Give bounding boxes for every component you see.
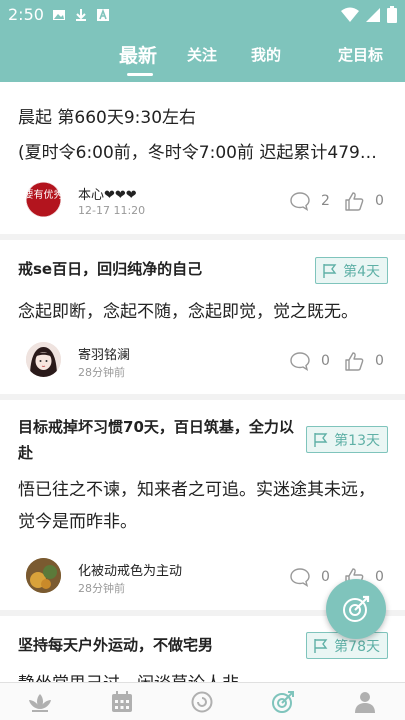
avatar[interactable]: 要有优秀 [26,182,61,217]
comment-count[interactable]: 2 [289,190,330,212]
avatar[interactable] [26,342,61,377]
lotus-icon [29,694,51,712]
post-title: 目标戒掉坏习惯70天，百日筑基，全力以赴 [18,418,294,462]
post-title: 坚持每天户外运动，不做宅男 [18,636,214,654]
post-body: 静坐常思己过，闲谈莫论人非 [18,668,393,682]
thumbs-up-icon [345,192,364,211]
wifi-icon [341,7,359,27]
comment-icon [290,352,310,372]
post-card[interactable]: 戒se百日，回归纯净的自己 第4天 念起即断，念起不随，念起即觉，觉之既无。 寄… [0,240,405,394]
font-icon [96,7,110,21]
set-goal-button[interactable]: 定目标 [338,44,383,65]
nav-profile[interactable] [352,690,378,714]
status-bar: 2:50 [0,0,405,30]
comment-icon [290,192,310,212]
post-card[interactable]: 晨起 第660天9:30左右 (夏时令6:00前，冬时令7:00前 迟起累计47… [0,82,405,234]
post-title: 戒se百日，回归纯净的自己 [18,260,203,278]
tab-following[interactable]: 关注 [187,44,217,65]
author-name[interactable]: 化被动戒色为主动 [78,560,182,579]
calendar-icon [112,691,132,712]
author-name[interactable]: 本心❤❤❤ [78,184,137,203]
nav-goals[interactable] [270,690,296,714]
day-badge: 第4天 [315,257,388,284]
comment-icon [290,568,310,588]
avatar-image [26,558,61,593]
comment-count[interactable]: 0 [289,566,330,588]
nav-checkin[interactable] [189,690,215,714]
download-icon [74,7,88,21]
post-body: (夏时令6:00前，冬时令7:00前 迟起累计479… [18,143,377,163]
post-title: 晨起 第660天9:30左右 [18,108,197,128]
post-time: 28分钟前 [78,582,125,595]
post-time: 12-17 11:20 [78,204,146,217]
tab-mine[interactable]: 我的 [251,44,281,65]
create-post-button[interactable] [326,579,386,639]
signal-icon [365,7,381,27]
thumbs-up-icon [345,352,364,371]
day-badge: 第13天 [306,426,388,453]
image-icon [52,7,66,21]
tab-latest[interactable]: 最新 [119,41,157,68]
post-body: 念起即断，念起不随，念起即觉，觉之既无。 [18,302,358,322]
avatar-image [26,342,61,377]
like-count[interactable]: 0 [343,190,384,212]
goal-icon [272,691,294,713]
post-card[interactable]: 目标戒掉坏习惯70天，百日筑基，全力以赴 第13天 悟已往之不谏，知来者之可追。… [0,400,405,610]
svg-text:要有优秀: 要有优秀 [26,188,61,201]
bottom-nav [0,682,405,720]
target-icon [191,691,213,713]
avatar-logo: 要有优秀 [26,182,61,217]
flag-icon [323,263,337,278]
nav-home[interactable] [27,690,53,714]
active-tab-indicator [127,73,153,76]
profile-icon [355,692,375,713]
post-time: 28分钟前 [78,366,125,379]
author-name[interactable]: 寄羽铭澜 [78,344,130,363]
like-count[interactable]: 0 [343,350,384,372]
post-body: 悟已往之不谏，知来者之可追。实迷途其未远，觉今是而昨非。 [18,480,375,532]
goal-icon [343,595,370,622]
flag-icon [314,638,328,653]
nav-calendar[interactable] [109,690,135,714]
battery-icon [387,6,397,27]
avatar[interactable] [26,558,61,593]
comment-count[interactable]: 0 [289,350,330,372]
flag-icon [314,432,328,447]
status-time: 2:50 [8,5,44,24]
top-nav: 最新 关注 我的 定目标 [0,30,405,82]
